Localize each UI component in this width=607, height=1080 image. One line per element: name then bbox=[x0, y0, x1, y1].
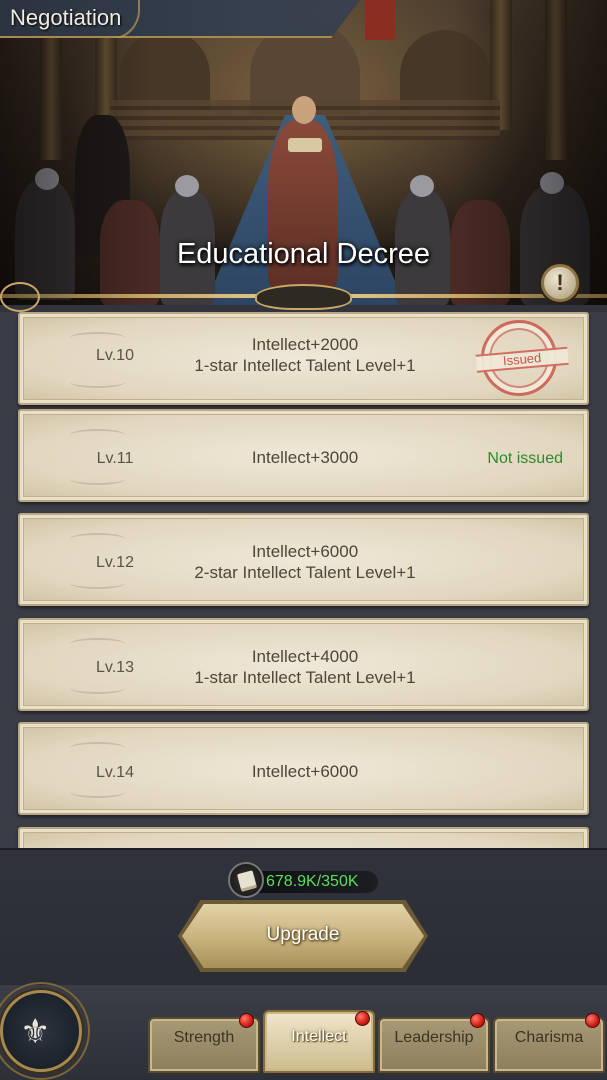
ornament-divider bbox=[0, 282, 607, 312]
decree-level: Lv.14 bbox=[96, 764, 134, 781]
decree-level: Lv.12 bbox=[96, 554, 134, 571]
decree-reward-secondary: 1-star Intellect Talent Level+1 bbox=[194, 668, 416, 687]
decree-card-partial[interactable] bbox=[18, 827, 589, 848]
negotiation-screen: Negotiation Educational Decree ! Lv.10 I… bbox=[0, 0, 607, 1080]
decree-resource-counter: 678.9K/350K bbox=[228, 862, 378, 898]
notification-dot-icon bbox=[355, 1011, 370, 1026]
decree-level: Lv.10 bbox=[96, 347, 134, 364]
fleur-de-lis-icon: ⚜ bbox=[20, 1013, 51, 1051]
info-button[interactable]: ! bbox=[541, 264, 579, 302]
issued-stamp-icon: Issued bbox=[475, 316, 569, 400]
decree-card-lv14[interactable]: Lv.14 Intellect+6000 bbox=[18, 722, 589, 815]
decree-level: Lv.13 bbox=[96, 659, 134, 676]
upgrade-button[interactable]: Upgrade bbox=[182, 904, 424, 968]
notification-dot-icon bbox=[239, 1013, 254, 1028]
decree-card-lv13[interactable]: Lv.13 Intellect+4000 1-star Intellect Ta… bbox=[18, 618, 589, 711]
decree-title: Educational Decree bbox=[176, 238, 431, 270]
decree-reward-secondary: 1-star Intellect Talent Level+1 bbox=[194, 356, 416, 375]
decree-status: Not issued bbox=[487, 450, 563, 467]
emblem-button[interactable]: ⚜ bbox=[0, 990, 82, 1072]
decree-reward-primary: Intellect+6000 bbox=[251, 762, 359, 781]
notification-dot-icon bbox=[470, 1013, 485, 1028]
notification-dot-icon bbox=[585, 1013, 600, 1028]
decree-reward-primary: Intellect+6000 bbox=[251, 542, 359, 561]
decree-card-lv12[interactable]: Lv.12 Intellect+6000 2-star Intellect Ta… bbox=[18, 513, 589, 606]
decree-list[interactable]: Lv.10 Intellect+2000 1-star Intellect Ta… bbox=[0, 312, 607, 848]
resource-amount: 678.9K/350K bbox=[266, 873, 359, 890]
scroll-icon bbox=[228, 862, 264, 898]
issued-stamp-label: Issued bbox=[475, 346, 569, 373]
decree-reward-primary: Intellect+2000 bbox=[251, 335, 359, 354]
decree-card-lv10[interactable]: Lv.10 Intellect+2000 1-star Intellect Ta… bbox=[18, 312, 589, 405]
tab-label: Intellect bbox=[291, 1028, 347, 1045]
decree-card-lv11[interactable]: Lv.11 Intellect+3000 Not issued bbox=[18, 409, 589, 502]
exclamation-icon: ! bbox=[556, 270, 564, 295]
page-title: Negotiation bbox=[10, 5, 122, 30]
decree-reward-primary: Intellect+3000 bbox=[251, 448, 359, 467]
decree-reward-secondary: 2-star Intellect Talent Level+1 bbox=[194, 563, 416, 582]
decree-level: Lv.11 bbox=[96, 450, 134, 467]
decree-reward-primary: Intellect+4000 bbox=[251, 647, 359, 666]
